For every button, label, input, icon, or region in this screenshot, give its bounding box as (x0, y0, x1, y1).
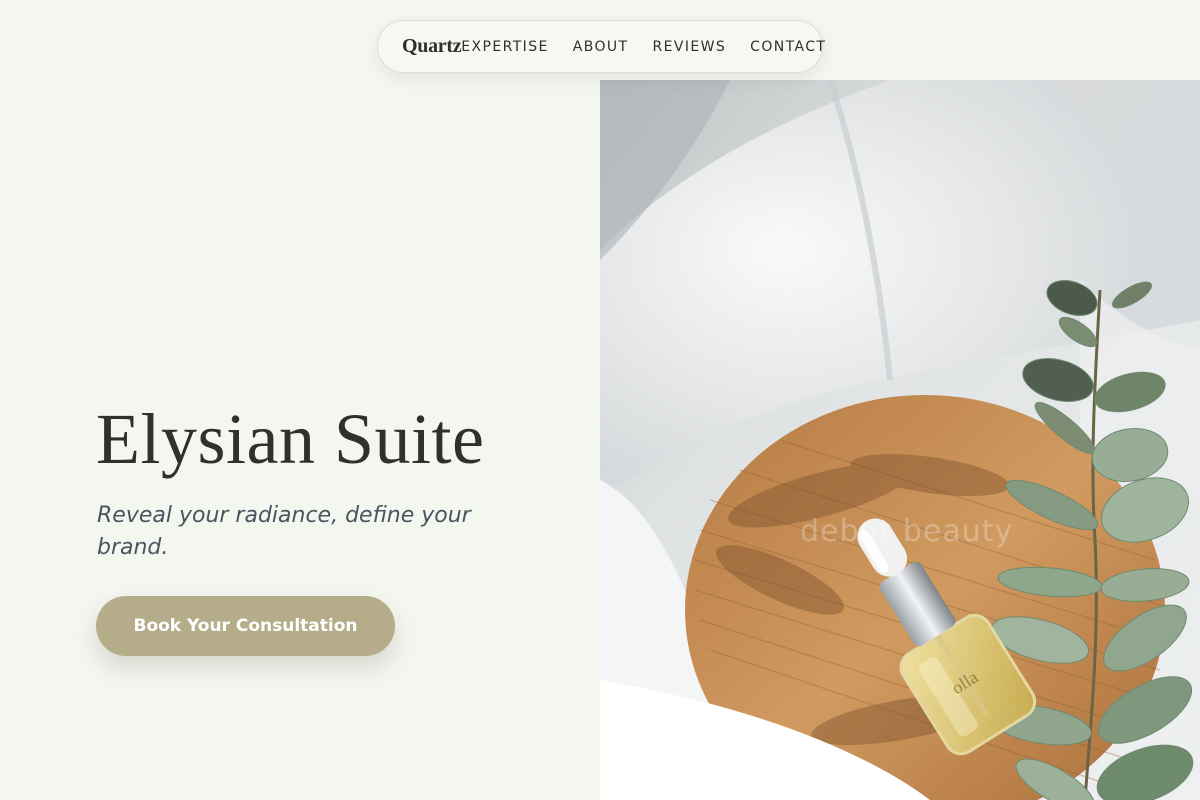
nav-link-expertise[interactable]: EXPERTISE (461, 39, 548, 55)
nav-link-contact[interactable]: CONTACT (750, 39, 826, 55)
hero-image: olla debut beauty (600, 80, 1200, 800)
hero-title: Elysian Suite (96, 399, 485, 479)
hero-subtitle: Reveal your radiance, define your brand. (97, 503, 471, 560)
image-watermark: debut beauty (800, 514, 1014, 549)
nav-link-about[interactable]: ABOUT (573, 39, 629, 55)
product-photo-illustration: olla (600, 80, 1200, 800)
top-nav: Quartz EXPERTISE ABOUT REVIEWS CONTACT (377, 20, 825, 73)
landing-page: Quartz EXPERTISE ABOUT REVIEWS CONTACT E… (0, 0, 1200, 800)
nav-links: EXPERTISE ABOUT REVIEWS CONTACT (461, 39, 850, 55)
nav-link-reviews[interactable]: REVIEWS (653, 39, 727, 55)
brand-logo[interactable]: Quartz (402, 35, 462, 58)
book-consultation-button[interactable]: Book Your Consultation (96, 596, 395, 656)
